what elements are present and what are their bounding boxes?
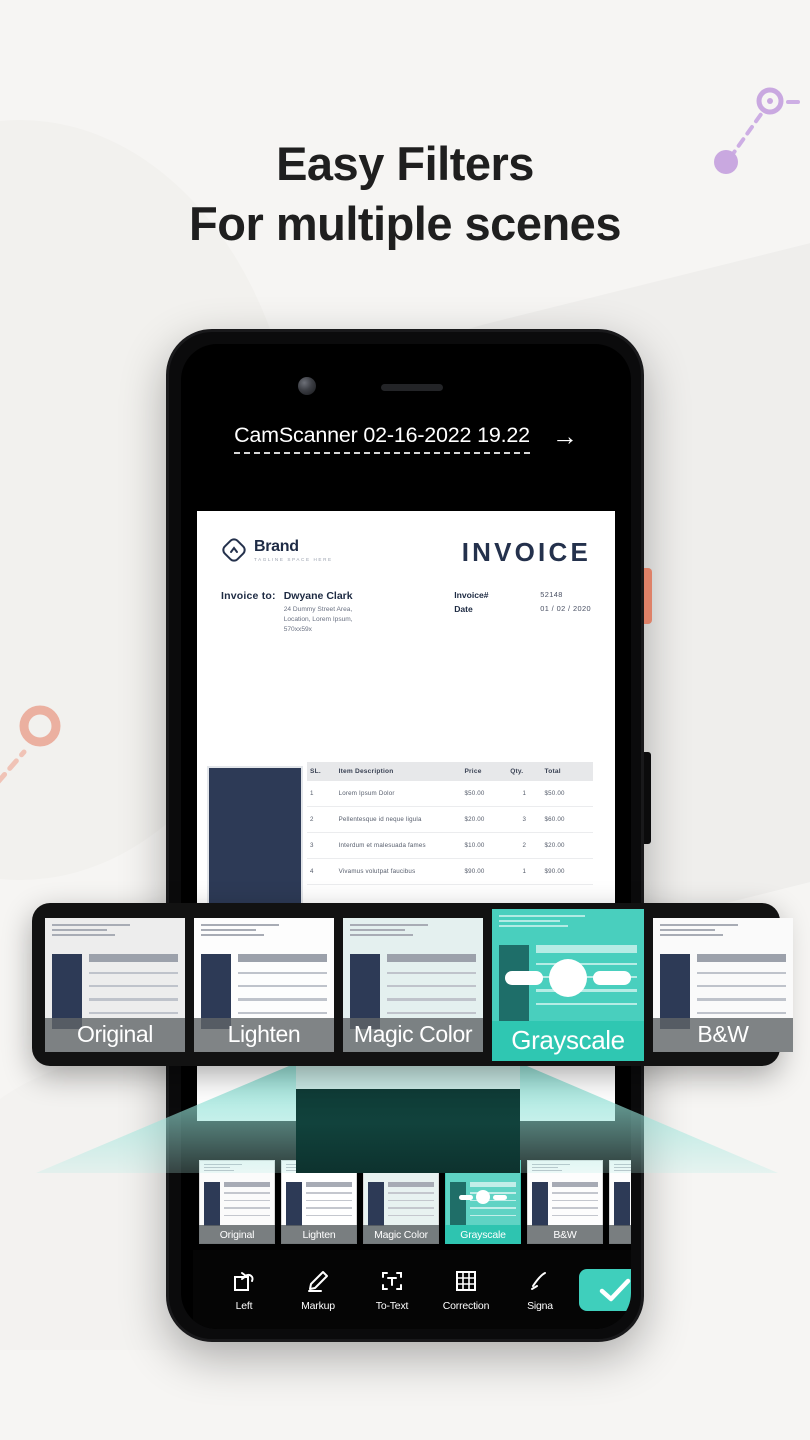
app-header: CamScanner 02-16-2022 19.22 →: [181, 416, 631, 460]
invoice-number-value: 52148: [540, 590, 563, 599]
bill-to-block: Invoice to: Dwyane Clark 24 Dummy Street…: [221, 590, 353, 636]
cell-qty: 1: [507, 858, 542, 885]
brand-logo: Brand TAGLINE SPACE HERE: [221, 537, 333, 563]
filter-thumb-label: Grayscale: [445, 1225, 521, 1244]
page-title: Easy Filters For multiple scenes: [0, 134, 810, 254]
cell-price: $90.00: [461, 858, 508, 885]
tool-label: To-Text: [375, 1299, 409, 1312]
cell-qty: 3: [507, 806, 542, 833]
filter-thumb-label: B: [609, 1225, 631, 1244]
front-camera-icon: [298, 377, 316, 395]
tool-label: Left: [235, 1299, 253, 1312]
magnified-filter-label: B&W: [653, 1017, 793, 1052]
cell-desc: Lorem Ipsum Dolor: [335, 781, 462, 807]
rotate-left-icon: [234, 1271, 254, 1291]
column-header-desc: Item Description: [335, 762, 462, 781]
cell-qty: 1: [507, 781, 542, 807]
column-header-qty: Qty.: [507, 762, 542, 781]
filter-thumb-label: Magic Color: [363, 1225, 439, 1244]
magnified-filter-magic-color[interactable]: Magic Color: [343, 917, 483, 1052]
bottom-toolbar: Left Markup To-Text Correction Signa: [193, 1250, 631, 1329]
magnified-filter-lighten[interactable]: Lighten: [194, 917, 334, 1052]
tool-rotate-left[interactable]: Left: [207, 1269, 281, 1312]
magnified-filter-label: Grayscale: [492, 1020, 644, 1061]
cell-sl: 4: [307, 858, 336, 885]
phone-screen: CamScanner 02-16-2022 19.22 → Brand TAGL…: [181, 344, 631, 1329]
column-header-price: Price: [461, 762, 508, 781]
spotlight-cone-highlight: [296, 1063, 520, 1089]
headline-line-1: Easy Filters: [276, 137, 534, 190]
filter-thumb-label: Lighten: [281, 1225, 357, 1244]
table-header-row: SL. Item Description Price Qty. Total: [307, 762, 593, 781]
cell-sl: 3: [307, 832, 336, 859]
table-row: 4 Vivamus volutpat faucibus $90.00 1 $90…: [307, 858, 593, 885]
brand-diamond-icon: [222, 538, 246, 562]
magnified-filter-label: Magic Color: [343, 1017, 483, 1052]
invoice-heading: INVOICE: [461, 537, 591, 567]
column-header-total: Total: [541, 762, 593, 781]
phone-power-button[interactable]: [644, 568, 652, 624]
cell-price: $50.00: [461, 781, 508, 807]
tool-signature[interactable]: Signa: [503, 1269, 577, 1312]
next-arrow-icon[interactable]: →: [552, 423, 578, 453]
magnified-filter-bw[interactable]: B&W: [653, 917, 793, 1052]
invoice-number-label: Invoice#: [454, 590, 489, 600]
tool-to-text[interactable]: To-Text: [355, 1269, 429, 1312]
cell-total: $60.00: [541, 806, 593, 833]
cell-desc: Vivamus volutpat faucibus: [335, 858, 462, 885]
phone-volume-button[interactable]: [644, 752, 651, 844]
table-row: 1 Lorem Ipsum Dolor $50.00 1 $50.00: [307, 781, 593, 807]
bill-to-name: Dwyane Clark: [283, 590, 353, 602]
brand-tagline: TAGLINE SPACE HERE: [254, 557, 333, 562]
magnified-filter-strip[interactable]: Original Lighten Magic Color Grayscale B…: [32, 903, 793, 1066]
brand-name: Brand: [254, 538, 299, 555]
filter-thumb-label: B&W: [527, 1225, 603, 1244]
bill-to-address: 24 Dummy Street Area, Location, Lorem Ip…: [283, 606, 353, 634]
table-row: 2 Pellentesque id neque ligula $20.00 3 …: [307, 806, 593, 833]
cell-sl: 1: [307, 781, 336, 807]
invoice-date-label: Date: [454, 604, 473, 614]
cell-price: $20.00: [461, 806, 508, 833]
tool-label: Markup: [301, 1299, 335, 1312]
cell-desc: Pellentesque id neque ligula: [335, 806, 462, 833]
column-header-sl: SL.: [307, 762, 336, 781]
confirm-button[interactable]: [579, 1269, 631, 1311]
bill-to-label: Invoice to:: [221, 590, 276, 602]
cell-desc: Interdum et malesuada fames: [335, 832, 462, 859]
invoice-meta-row: Date 01 / 02 / 2020: [454, 604, 591, 614]
signature-icon: [531, 1271, 546, 1290]
tool-markup[interactable]: Markup: [281, 1269, 355, 1312]
tool-label: Signa: [527, 1299, 553, 1312]
phone-mockup: CamScanner 02-16-2022 19.22 → Brand TAGL…: [166, 329, 652, 1342]
magnified-filter-grayscale[interactable]: Grayscale: [492, 908, 644, 1061]
cell-total: $90.00: [541, 858, 593, 885]
cell-qty: 2: [507, 832, 542, 859]
table-row: 3 Interdum et malesuada fames $10.00 2 $…: [307, 832, 593, 859]
ocr-text-icon: [382, 1271, 402, 1290]
magnified-filter-original[interactable]: Original: [45, 917, 185, 1052]
tool-correction[interactable]: Correction: [429, 1269, 503, 1312]
cell-sl: 2: [307, 806, 336, 833]
earpiece-speaker: [381, 384, 443, 391]
cell-price: $10.00: [461, 832, 508, 859]
headline-line-2: For multiple scenes: [189, 197, 621, 251]
cell-total: $20.00: [541, 832, 593, 859]
pencil-icon: [308, 1270, 328, 1292]
magnified-filter-label: Lighten: [194, 1017, 334, 1052]
document-title-input[interactable]: CamScanner 02-16-2022 19.22: [234, 423, 530, 454]
invoice-date-value: 01 / 02 / 2020: [540, 604, 591, 613]
loading-spinner-icon: [505, 959, 631, 998]
loading-spinner-icon: [459, 1190, 507, 1205]
magnified-filter-label: Original: [45, 1017, 185, 1052]
check-icon: [599, 1278, 631, 1302]
filter-thumb-label: Original: [199, 1225, 275, 1244]
invoice-meta-row: Invoice# 52148: [454, 590, 591, 600]
invoice-meta-block: Invoice# 52148 Date 01 / 02 / 2020: [454, 590, 591, 636]
grid-correction-icon: [456, 1270, 476, 1291]
cell-total: $50.00: [541, 781, 593, 807]
tool-label: Correction: [442, 1299, 490, 1312]
decoration-salmon-ring-icon: [0, 705, 61, 784]
